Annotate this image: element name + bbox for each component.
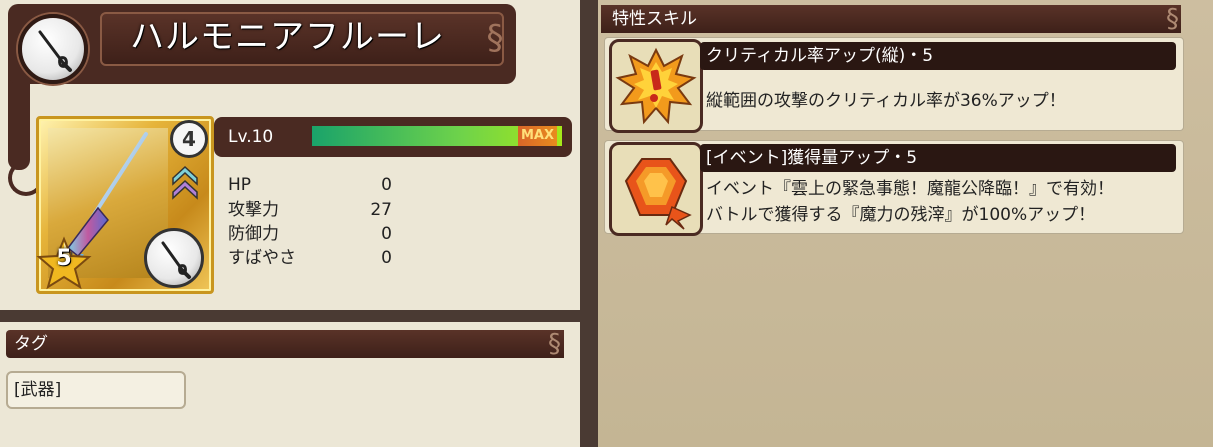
tag-header (6, 330, 564, 358)
star-count: 5 (56, 246, 72, 271)
level-label: Lv.10 (228, 127, 274, 147)
stat-value: 0 (381, 175, 392, 195)
rapier-icon (38, 30, 72, 72)
title-flourish-icon: § (486, 18, 504, 58)
stat-row-defense: 防御力 0 (228, 221, 392, 247)
orange-gem-icon (609, 142, 703, 236)
critical-burst-icon (609, 39, 703, 133)
skill-description: 縦範囲の攻撃のクリティカル率が36%アップ！ (706, 91, 1066, 111)
stat-value: 0 (381, 224, 392, 244)
stat-label: すばやさ (228, 248, 296, 268)
stat-label: HP (228, 175, 252, 195)
max-label: MAX (518, 126, 558, 146)
skill-title: [イベント]獲得量アップ・5 (706, 148, 918, 168)
tag-header-label: タグ (14, 334, 48, 354)
stat-row-speed: すばやさ 0 (228, 245, 392, 271)
skill-description-line: イベント『雲上の緊急事態！魔龍公降臨！』で有効！ (706, 179, 1114, 199)
stat-row-attack: 攻撃力 27 (228, 197, 392, 223)
stat-row-hp: HP 0 (228, 172, 392, 198)
rapier-type-emblem (18, 14, 88, 84)
card-rapier-emblem (144, 228, 204, 288)
item-name: ハルモニアフルーレ (130, 17, 445, 57)
stat-label: 攻撃力 (228, 200, 279, 220)
skill-description-line: バトルで獲得する『魔力の残滓』が100%アップ！ (706, 205, 1096, 225)
upgrade-chevrons-icon (170, 162, 200, 202)
rapier-icon (161, 241, 191, 279)
skill-title: クリティカル率アップ(縦)・5 (706, 46, 934, 66)
skills-header-label: 特性スキル (612, 9, 697, 29)
rank-badge: 4 (170, 120, 208, 158)
header-flourish-icon: § (1166, 4, 1179, 34)
tag-item-label: [武器] (14, 380, 62, 400)
stat-value: 0 (381, 248, 392, 268)
stat-label: 防御力 (228, 224, 279, 244)
header-flourish-icon: § (548, 329, 561, 359)
stat-value: 27 (370, 200, 392, 220)
